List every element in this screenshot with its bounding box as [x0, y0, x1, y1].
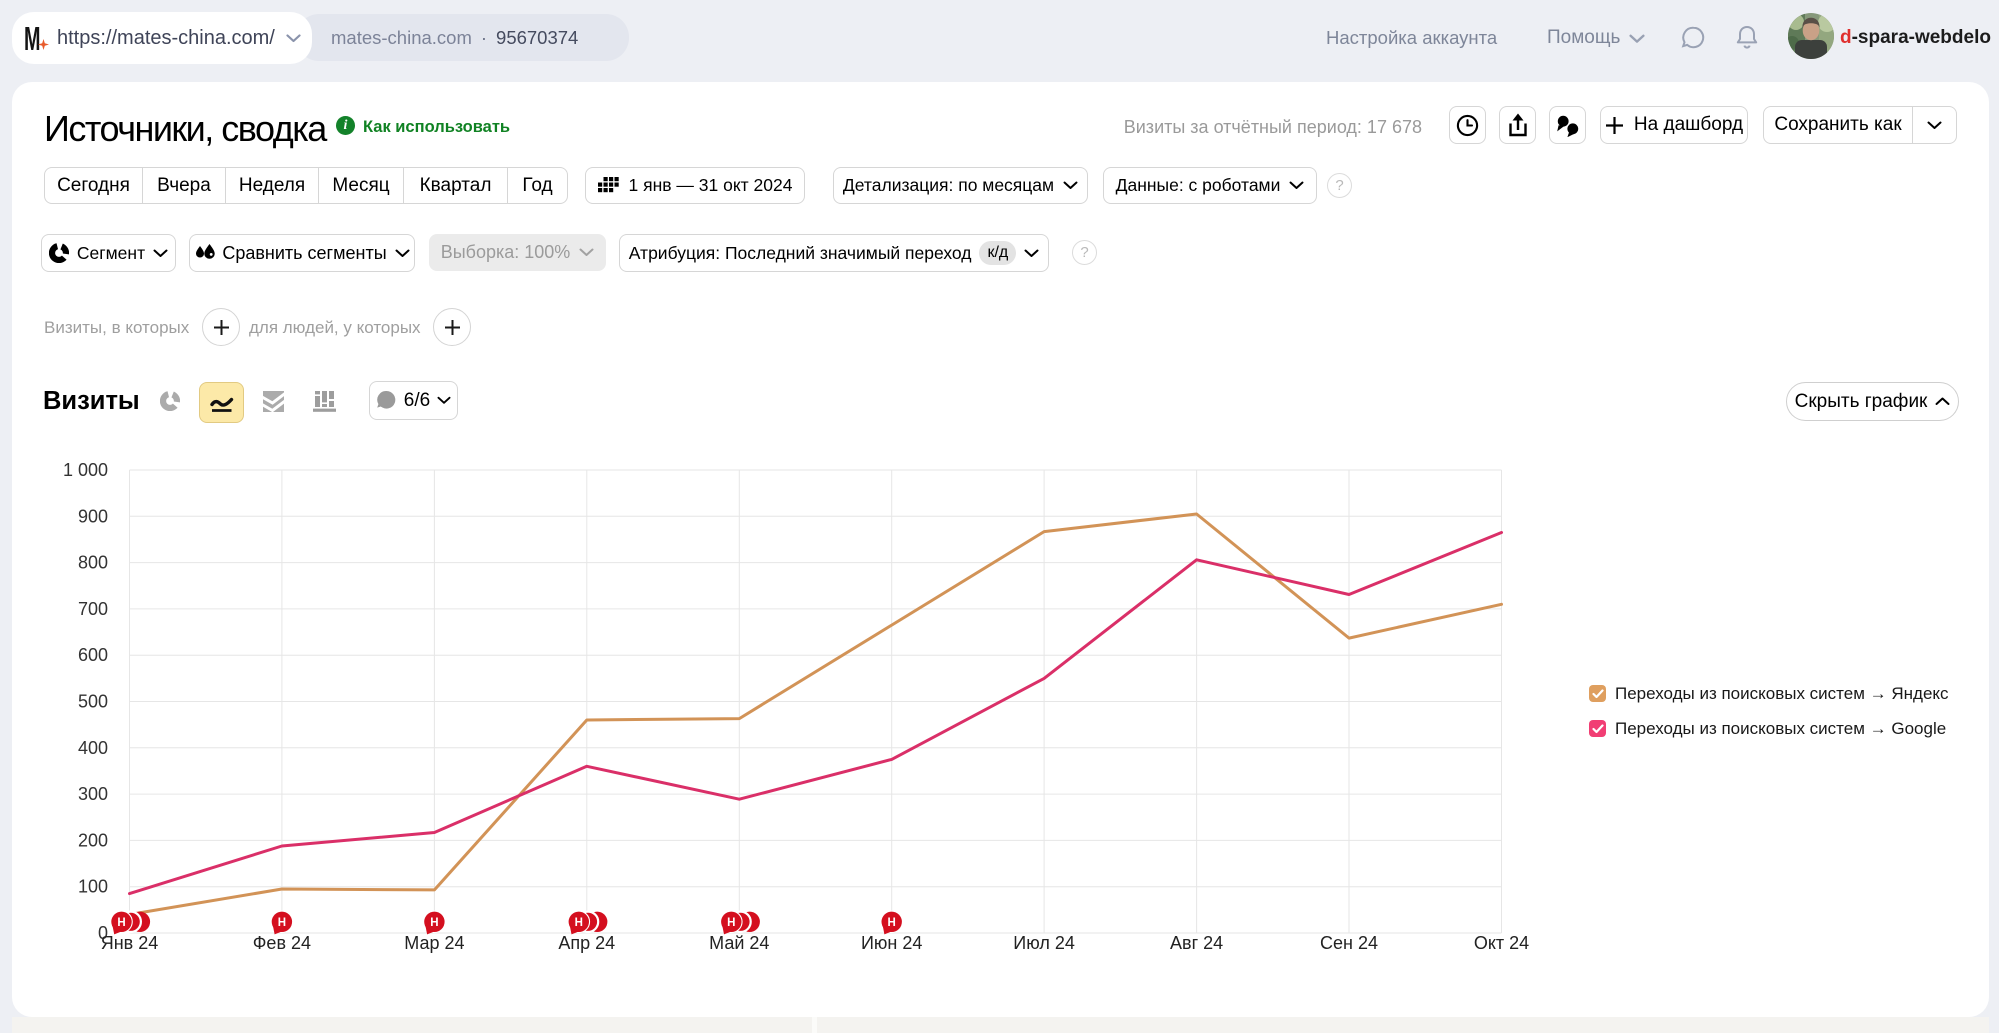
svg-text:Н: Н: [117, 917, 125, 929]
svg-text:Апр 24: Апр 24: [558, 933, 615, 953]
svg-text:Сен 24: Сен 24: [1320, 933, 1378, 953]
svg-text:Май 24: Май 24: [709, 933, 769, 953]
svg-text:300: 300: [78, 784, 108, 804]
svg-text:Янв 24: Янв 24: [101, 933, 159, 953]
svg-text:Н: Н: [888, 917, 896, 929]
svg-text:1 000: 1 000: [63, 460, 108, 480]
svg-text:100: 100: [78, 877, 108, 897]
svg-text:900: 900: [78, 506, 108, 526]
svg-text:Авг 24: Авг 24: [1170, 933, 1223, 953]
svg-text:700: 700: [78, 599, 108, 619]
svg-text:Июн 24: Июн 24: [861, 933, 922, 953]
svg-text:400: 400: [78, 738, 108, 758]
svg-text:Окт 24: Окт 24: [1474, 933, 1529, 953]
svg-text:Н: Н: [727, 917, 735, 929]
svg-text:500: 500: [78, 692, 108, 712]
svg-text:800: 800: [78, 553, 108, 573]
svg-text:Фев 24: Фев 24: [253, 933, 311, 953]
svg-text:600: 600: [78, 645, 108, 665]
svg-text:Н: Н: [575, 917, 583, 929]
svg-text:Июл 24: Июл 24: [1013, 933, 1075, 953]
svg-text:200: 200: [78, 830, 108, 850]
svg-text:Н: Н: [278, 917, 286, 929]
svg-text:Мар 24: Мар 24: [404, 933, 464, 953]
svg-text:Н: Н: [430, 917, 438, 929]
